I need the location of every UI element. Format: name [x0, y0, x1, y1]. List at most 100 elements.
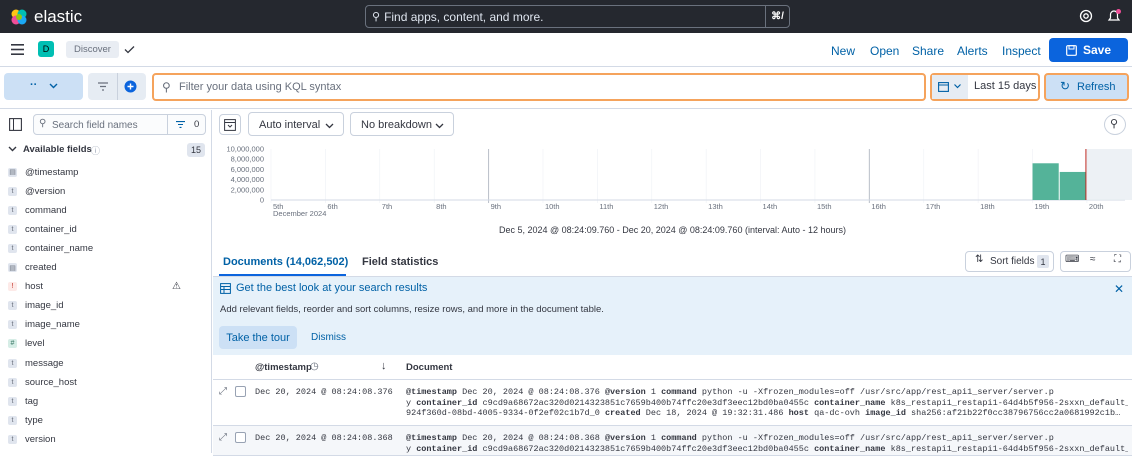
save-button[interactable]: Save: [1049, 38, 1128, 62]
field-item[interactable]: t image_name: [8, 316, 80, 334]
field-name: command: [25, 204, 67, 216]
document-field-key: @version: [604, 387, 651, 397]
collapse-sidebar-icon[interactable]: [9, 118, 22, 131]
document-summary-line: y container_id c9cd9a68672ac320d02143238…: [406, 398, 1128, 408]
dismiss-button[interactable]: Dismiss: [311, 332, 346, 343]
field-search-placeholder: Search field names: [52, 120, 138, 131]
x-tick-label: 17th: [926, 202, 941, 211]
field-item[interactable]: t version: [8, 430, 56, 448]
space-avatar[interactable]: D: [38, 41, 54, 57]
x-tick-label: 13th: [708, 202, 723, 211]
field-list-sidebar: ⚲ Search field names 0 Available fields …: [0, 110, 212, 453]
field-item[interactable]: t type: [8, 411, 43, 429]
histogram-chart[interactable]: 10,000,0008,000,0006,000,0004,000,0002,0…: [213, 144, 1132, 224]
share-link[interactable]: Share: [912, 44, 944, 58]
expand-row-icon[interactable]: ⤢: [219, 432, 227, 443]
callout-title: Get the best look at your search results: [236, 282, 428, 294]
field-item[interactable]: t container_id: [8, 220, 77, 238]
new-link[interactable]: New: [831, 44, 855, 58]
conflict-field-type-icon: !: [8, 282, 17, 292]
x-sublabel: December 2024: [273, 209, 326, 218]
field-item[interactable]: ▤ created: [8, 259, 57, 277]
toggle-chart-button[interactable]: [219, 114, 241, 135]
document-field-value: y: [406, 397, 417, 408]
field-item[interactable]: ▤ @timestamp: [8, 163, 78, 181]
document-field-key: @version: [604, 433, 651, 443]
expand-row-icon[interactable]: ⤢: [219, 386, 227, 397]
field-name: version: [25, 433, 56, 445]
row-checkbox[interactable]: [235, 432, 246, 443]
take-tour-button[interactable]: Take the tour: [219, 326, 297, 349]
sort-count: 1: [1037, 255, 1049, 268]
row-checkbox[interactable]: [235, 386, 246, 397]
field-item[interactable]: t command: [8, 201, 67, 219]
breakdown-select[interactable]: No breakdown: [350, 112, 454, 136]
refresh-button[interactable]: ↻ Refresh: [1044, 73, 1129, 101]
document-field-value: k8s_restapi1_restapi1-64d4b5f956-2sxxn_d…: [890, 443, 1128, 454]
display-options-icon[interactable]: ≈: [1090, 254, 1096, 265]
brand-name: elastic: [34, 7, 83, 26]
date-range-label[interactable]: Last 15 days: [974, 80, 1036, 92]
document-field-key: created: [604, 408, 646, 418]
field-item[interactable]: t source_host: [8, 373, 77, 391]
document-field-key: container_id: [416, 397, 483, 408]
field-item[interactable]: t @version: [8, 182, 65, 200]
kql-query-input[interactable]: ⚲ Filter your data using KQL syntax: [152, 73, 926, 101]
close-icon[interactable]: ✕: [1114, 282, 1124, 296]
global-search-placeholder: Find apps, content, and more.: [384, 9, 544, 24]
field-item[interactable]: ! host ⚠: [8, 278, 181, 296]
document-summary-line: @timestamp Dec 20, 2024 @ 08:24:08.376 @…: [406, 387, 1128, 397]
table-row[interactable]: ⤢ Dec 20, 2024 @ 08:24:08.376 @timestamp D…: [213, 380, 1132, 426]
field-item[interactable]: t container_name: [8, 239, 93, 257]
menu-hamburger-icon[interactable]: [11, 44, 24, 55]
inspect-link[interactable]: Inspect: [1002, 44, 1041, 58]
field-search-input[interactable]: ⚲ Search field names 0: [33, 114, 206, 135]
tab-documents[interactable]: Documents (14,062,502): [223, 256, 348, 268]
sort-fields-button[interactable]: ⇅ Sort fields 1: [965, 251, 1054, 272]
field-name: message: [25, 357, 64, 369]
chart-options-button[interactable]: ⚲: [1104, 114, 1126, 135]
interval-select[interactable]: Auto interval: [248, 112, 344, 136]
fullscreen-icon[interactable]: ⛶: [1114, 254, 1121, 265]
string-field-type-icon: t: [8, 415, 17, 425]
document-field-value: 924f360d-08bd-4005-9334-0f2ef02c1b7d_0: [406, 408, 605, 418]
interval-label: Auto interval: [259, 119, 321, 131]
tab-field-statistics[interactable]: Field statistics: [362, 256, 438, 268]
add-filter-icon[interactable]: [124, 80, 137, 93]
notifications-bell-icon[interactable]: [1106, 8, 1122, 24]
available-fields-title[interactable]: Available fields: [23, 144, 92, 155]
column-header-document[interactable]: Document: [406, 362, 452, 373]
breadcrumb-discover[interactable]: Discover: [66, 41, 119, 58]
document-field-key: host: [788, 408, 815, 418]
active-tab-indicator: [219, 274, 346, 276]
keyboard-icon[interactable]: ⌨: [1065, 254, 1079, 265]
alerts-link[interactable]: Alerts: [957, 44, 988, 58]
document-summary-line: y container_id c9cd9a68672ac320d02143238…: [406, 444, 1128, 454]
histogram-bar: [1032, 163, 1059, 200]
help-icon[interactable]: [1079, 9, 1093, 23]
elastic-logo[interactable]: elastic: [10, 7, 82, 27]
quick-menu-button[interactable]: [932, 75, 968, 99]
column-header-timestamp[interactable]: @timestamp: [255, 362, 312, 373]
x-tick-label: 9th: [491, 202, 501, 211]
string-field-type-icon: t: [8, 186, 17, 196]
field-type-filter[interactable]: 0: [167, 115, 205, 134]
data-view-picker[interactable]: ··: [4, 73, 83, 100]
open-link[interactable]: Open: [870, 44, 899, 58]
document-field-key: @timestamp: [406, 387, 463, 397]
chevron-down-icon[interactable]: [8, 146, 17, 152]
field-name: tag: [25, 395, 39, 407]
save-icon: [1066, 44, 1077, 56]
app-bar: D Discover New Open Share Alerts Inspect: [0, 33, 1132, 67]
field-item[interactable]: t image_id: [8, 297, 64, 315]
field-item[interactable]: # level: [8, 335, 45, 353]
sort-desc-icon[interactable]: ↓: [381, 360, 387, 372]
table-row[interactable]: ⤢ Dec 20, 2024 @ 08:24:08.368 @timestamp D…: [213, 426, 1132, 456]
global-search-input[interactable]: ⚲ Find apps, content, and more. ⌘/: [365, 5, 790, 28]
field-item[interactable]: t message: [8, 354, 64, 372]
date-picker[interactable]: Last 15 days: [930, 73, 1040, 101]
filter-icon[interactable]: [98, 82, 108, 91]
field-item[interactable]: t tag: [8, 392, 38, 410]
y-tick-label: 4,000,000: [231, 175, 264, 184]
date-field-type-icon: ▤: [8, 167, 17, 177]
